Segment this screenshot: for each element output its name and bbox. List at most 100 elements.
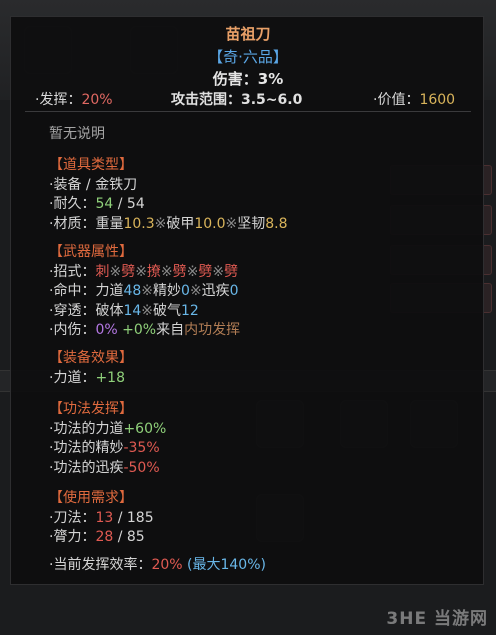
separator: ※ — [212, 263, 225, 280]
equip-type-line: ·装备 / 金铁刀 — [49, 176, 138, 193]
separator: ※ — [141, 302, 154, 319]
requirement-label: ·刀法： — [49, 509, 96, 526]
section-equip-effect: 【装备效果】 ·力道：+18 — [49, 349, 133, 388]
pen-label: ·穿透： — [49, 302, 96, 319]
damage-value: 3% — [257, 70, 284, 88]
section-item-type: 【道具类型】 ·装备 / 金铁刀 ·耐久：54 / 54 ·材质：重量10.3※… — [49, 156, 288, 234]
inner-source: 内功发挥 — [184, 322, 241, 338]
efficiency-value: 20% — [151, 556, 183, 573]
section-header: 【使用需求】 — [49, 490, 133, 506]
efficiency-label: ·当前发挥效率： — [49, 556, 152, 573]
technique-label: ·功法的力道 — [49, 420, 124, 437]
move: 劈 — [121, 263, 136, 280]
price-value: 1600 — [419, 92, 456, 108]
technique-value: +60% — [123, 420, 167, 437]
strength-value: +18 — [95, 369, 125, 386]
header-divider — [25, 111, 471, 112]
penetration-line: ·穿透：破体14※破气12 — [49, 302, 240, 322]
efficiency-max: (最大140%) — [187, 556, 266, 573]
pen-b-value: 12 — [181, 302, 199, 319]
durability-line: ·耐久：54 / 54 — [49, 195, 288, 215]
item-stat-bar: ·发挥：20% 攻击范围：3.5~6.0 ·价值：1600 — [11, 89, 485, 109]
durability-current: 54 — [95, 196, 114, 212]
requirement-line: ·刀法：13 / 185 — [49, 509, 266, 529]
item-description: 暂无说明 — [49, 126, 105, 142]
section-header: 【武器属性】 — [49, 244, 133, 260]
section-technique: 【功法发挥】 ·功法的力道+60% ·功法的精妙-35% ·功法的迅疾-50% — [49, 400, 166, 478]
hit-c-label: 迅疾 — [201, 283, 230, 299]
separator: ※ — [225, 215, 238, 232]
separator: ※ — [135, 263, 147, 280]
move: 刺 — [95, 263, 110, 280]
technique-line: ·功法的精妙-35% — [49, 439, 166, 459]
hit-line: ·命中：力道48※精妙0※迅疾0 — [49, 282, 240, 302]
material-pierce: 10.0 — [194, 215, 226, 232]
inner-from: 来自 — [156, 322, 185, 338]
item-damage: 伤害：3% — [11, 68, 485, 89]
requirement-current: 28 — [95, 529, 114, 545]
section-weapon-attributes: 【武器属性】 ·招式：刺※劈※撩※劈※劈※劈 ·命中：力道48※精妙0※迅疾0 … — [49, 243, 240, 341]
attack-label: ·发挥： — [35, 92, 82, 108]
inner-label: ·内伤： — [49, 322, 96, 338]
technique-label: ·功法的精妙 — [49, 440, 124, 456]
technique-value: -50% — [123, 459, 160, 476]
inner-value: 0% — [95, 322, 118, 338]
hit-c-value: 0 — [229, 283, 239, 299]
item-grade: 【奇·六品】 — [208, 48, 288, 66]
material-tough-label: 坚韧 — [237, 215, 266, 232]
durability-max: 54 — [126, 196, 145, 212]
range-value: 3.5~6.0 — [241, 92, 303, 108]
inner-bonus: +0% — [122, 322, 157, 338]
material-weight: 10.3 — [123, 215, 155, 232]
requirement-current: 13 — [95, 509, 114, 526]
site-watermark: 3HE 当游网 — [386, 609, 488, 629]
technique-line: ·功法的迅疾-50% — [49, 459, 166, 479]
hit-a-value: 48 — [123, 283, 142, 299]
technique-line: ·功法的力道+60% — [49, 420, 166, 440]
move: 劈 — [198, 263, 213, 280]
separator: ※ — [189, 283, 202, 299]
separator: ※ — [109, 263, 122, 280]
move: 撩 — [146, 263, 161, 280]
durability-label: ·耐久： — [49, 196, 96, 212]
pen-b-label: 破气 — [153, 302, 182, 319]
material-weight-label: 重量 — [95, 215, 124, 232]
separator: ※ — [154, 215, 167, 232]
move: 劈 — [224, 263, 239, 280]
hit-b-value: 0 — [181, 283, 190, 299]
section-requirements: 【使用需求】 ·刀法：13 / 185 ·膂力：28 / 85 ·当前发挥效率：… — [49, 489, 266, 575]
inner-injury-line: ·内伤：0% +0%来自内功发挥 — [49, 321, 240, 341]
item-tooltip: 苗祖刀 【奇·六品】 伤害：3% ·发挥：20% 攻击范围：3.5~6.0 ·价… — [10, 16, 484, 585]
section-header: 【道具类型】 — [49, 157, 133, 173]
material-tough: 8.8 — [265, 215, 288, 232]
moves-label: ·招式： — [49, 263, 96, 280]
attack-stat: ·发挥：20% — [35, 89, 113, 109]
requirement-max: / 85 — [113, 529, 145, 545]
strength-label: ·力道： — [49, 369, 96, 386]
section-header: 【装备效果】 — [49, 350, 133, 366]
requirement-line: ·膂力：28 / 85 — [49, 528, 266, 548]
section-header: 【功法发挥】 — [49, 401, 133, 417]
damage-label: 伤害： — [212, 70, 258, 88]
requirement-max: / 185 — [113, 509, 154, 526]
separator: ※ — [186, 263, 199, 280]
item-name: 苗祖刀 — [225, 25, 271, 43]
separator: ※ — [141, 283, 154, 299]
material-label: ·材质： — [49, 215, 96, 232]
technique-label: ·功法的迅疾 — [49, 459, 124, 476]
strength-line: ·力道：+18 — [49, 369, 133, 389]
requirement-label: ·膂力： — [49, 529, 96, 545]
price-stat: ·价值：1600 — [373, 89, 455, 109]
separator: ※ — [160, 263, 173, 280]
range-stat: 攻击范围：3.5~6.0 — [171, 89, 302, 109]
pen-a-label: 破体 — [95, 302, 124, 319]
moves-line: ·招式：刺※劈※撩※劈※劈※劈 — [49, 263, 240, 283]
hit-label: ·命中： — [49, 283, 96, 299]
durability-sep: / — [113, 196, 127, 212]
material-pierce-label: 破甲 — [166, 215, 195, 232]
hit-b-label: 精妙 — [153, 283, 182, 299]
pen-a-value: 14 — [123, 302, 142, 319]
attack-value: 20% — [81, 92, 113, 108]
material-line: ·材质：重量10.3※破甲10.0※坚韧8.8 — [49, 215, 288, 235]
price-label: ·价值： — [373, 92, 420, 108]
